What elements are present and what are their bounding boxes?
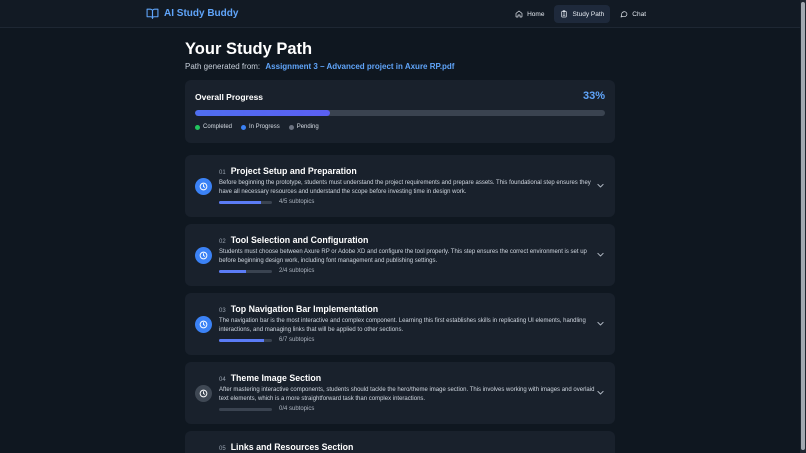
nav-study-path[interactable]: Study Path — [554, 5, 611, 23]
step-card-05[interactable]: 05 Links and Resources Section — [185, 431, 615, 453]
chevron-down-icon[interactable] — [596, 319, 605, 328]
step-progress-bar — [219, 338, 272, 342]
legend-pending-label: Pending — [296, 124, 319, 130]
step-subtopics-count: 0/4 subtopics — [279, 406, 315, 412]
legend-pending: Pending — [288, 124, 319, 130]
step-progress-fill — [219, 338, 265, 342]
progress-legend: Completed In Progress Pending — [195, 124, 319, 130]
legend-in-progress: In Progress — [241, 124, 280, 130]
overall-progress-bar — [195, 110, 605, 116]
step-subtopics-count: 2/4 subtopics — [279, 268, 315, 274]
step-number: 02 — [219, 239, 226, 245]
step-status-icon — [195, 316, 212, 333]
top-navbar: AI Study Buddy Home Study Path Chat — [0, 0, 800, 28]
step-card-03[interactable]: 03 Top Navigation Bar Implementation The… — [185, 293, 615, 355]
chevron-down-icon[interactable] — [596, 388, 605, 397]
step-progress-bar — [219, 269, 272, 273]
overall-progress-percent: 33% — [582, 90, 605, 102]
step-subtopics-count: 4/5 subtopics — [279, 199, 315, 205]
nav-home-label: Home — [527, 10, 545, 18]
step-title: Theme Image Section — [230, 373, 322, 383]
step-description: The navigation bar is the most interacti… — [219, 318, 586, 333]
step-number: 01 — [219, 170, 226, 176]
overall-progress-fill — [195, 110, 331, 116]
clock-icon — [199, 182, 208, 191]
step-number: 05 — [219, 446, 226, 452]
overall-progress-card: Overall Progress 33% Completed In Progre… — [185, 80, 615, 143]
clipboard-icon — [561, 10, 568, 18]
step-progress-fill — [219, 200, 262, 204]
chevron-down-icon[interactable] — [596, 250, 605, 259]
step-subtopics-count: 6/7 subtopics — [279, 337, 315, 343]
scrollbar[interactable] — [800, 0, 806, 453]
nav-chat[interactable]: Chat — [614, 5, 652, 23]
step-card-01[interactable]: 01 Project Setup and Preparation Before … — [185, 155, 615, 217]
step-description: Students must choose between Axure RP or… — [219, 249, 587, 264]
legend-in-progress-label: In Progress — [249, 124, 280, 130]
step-title: Project Setup and Preparation — [230, 166, 357, 176]
step-description: Before beginning the prototype, students… — [219, 180, 591, 195]
legend-completed: Completed — [195, 124, 232, 130]
step-description: After mastering interactive components, … — [219, 387, 595, 402]
subtitle-prefix: Path generated from: — [185, 62, 261, 71]
step-title: Top Navigation Bar Implementation — [230, 304, 379, 314]
brand-logo[interactable]: AI Study Buddy — [146, 7, 238, 20]
step-title: Links and Resources Section — [230, 442, 354, 452]
step-status-icon — [195, 385, 212, 402]
page-subtitle: Path generated from: Assignment 3 – Adva… — [185, 62, 454, 71]
legend-completed-label: Completed — [203, 124, 233, 130]
step-title: Tool Selection and Configuration — [230, 235, 369, 245]
chevron-down-icon[interactable] — [596, 181, 605, 190]
nav-study-path-label: Study Path — [572, 10, 605, 18]
legend-dot-completed — [195, 124, 200, 130]
step-card-04[interactable]: 04 Theme Image Section After mastering i… — [185, 362, 615, 424]
step-progress-fill — [219, 269, 246, 273]
step-card-02[interactable]: 02 Tool Selection and Configuration Stud… — [185, 224, 615, 286]
source-file-link[interactable]: Assignment 3 – Advanced project in Axure… — [265, 62, 454, 71]
step-number: 03 — [219, 308, 226, 314]
clock-icon — [199, 251, 208, 260]
home-icon — [515, 10, 523, 18]
legend-dot-in-progress — [241, 124, 247, 130]
chat-bubble-icon — [620, 11, 628, 18]
nav-home[interactable]: Home — [509, 5, 550, 23]
step-status-icon — [195, 178, 212, 195]
scrollbar-thumb[interactable] — [801, 2, 805, 450]
clock-icon — [199, 320, 208, 329]
step-progress-bar — [219, 200, 272, 204]
legend-dot-pending — [288, 124, 294, 130]
step-number: 04 — [219, 377, 226, 383]
clock-icon — [199, 389, 208, 398]
step-progress-bar — [219, 407, 272, 411]
app-name: AI Study Buddy — [164, 8, 239, 19]
overall-progress-title: Overall Progress — [195, 92, 264, 102]
open-book-icon — [146, 8, 159, 19]
nav-chat-label: Chat — [632, 10, 646, 18]
step-status-icon — [195, 247, 212, 264]
page-title: Your Study Path — [185, 40, 313, 58]
